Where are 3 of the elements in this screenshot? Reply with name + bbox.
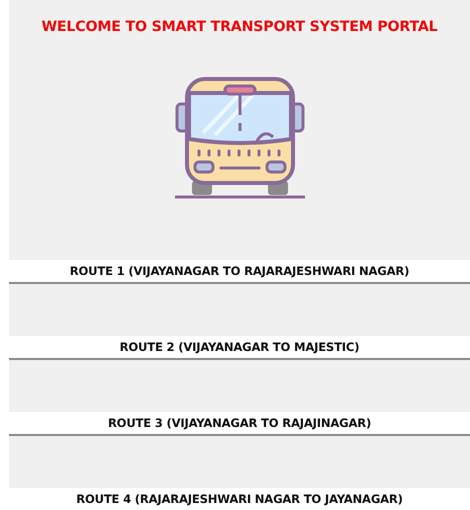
bus-icon — [174, 77, 304, 199]
portal-title: WELCOME TO SMART TRANSPORT SYSTEM PORTAL — [40, 18, 438, 37]
route-heading: ROUTE 4 (RAJARAJESHWARI NAGAR TO JAYANAGAR) — [9, 488, 470, 510]
